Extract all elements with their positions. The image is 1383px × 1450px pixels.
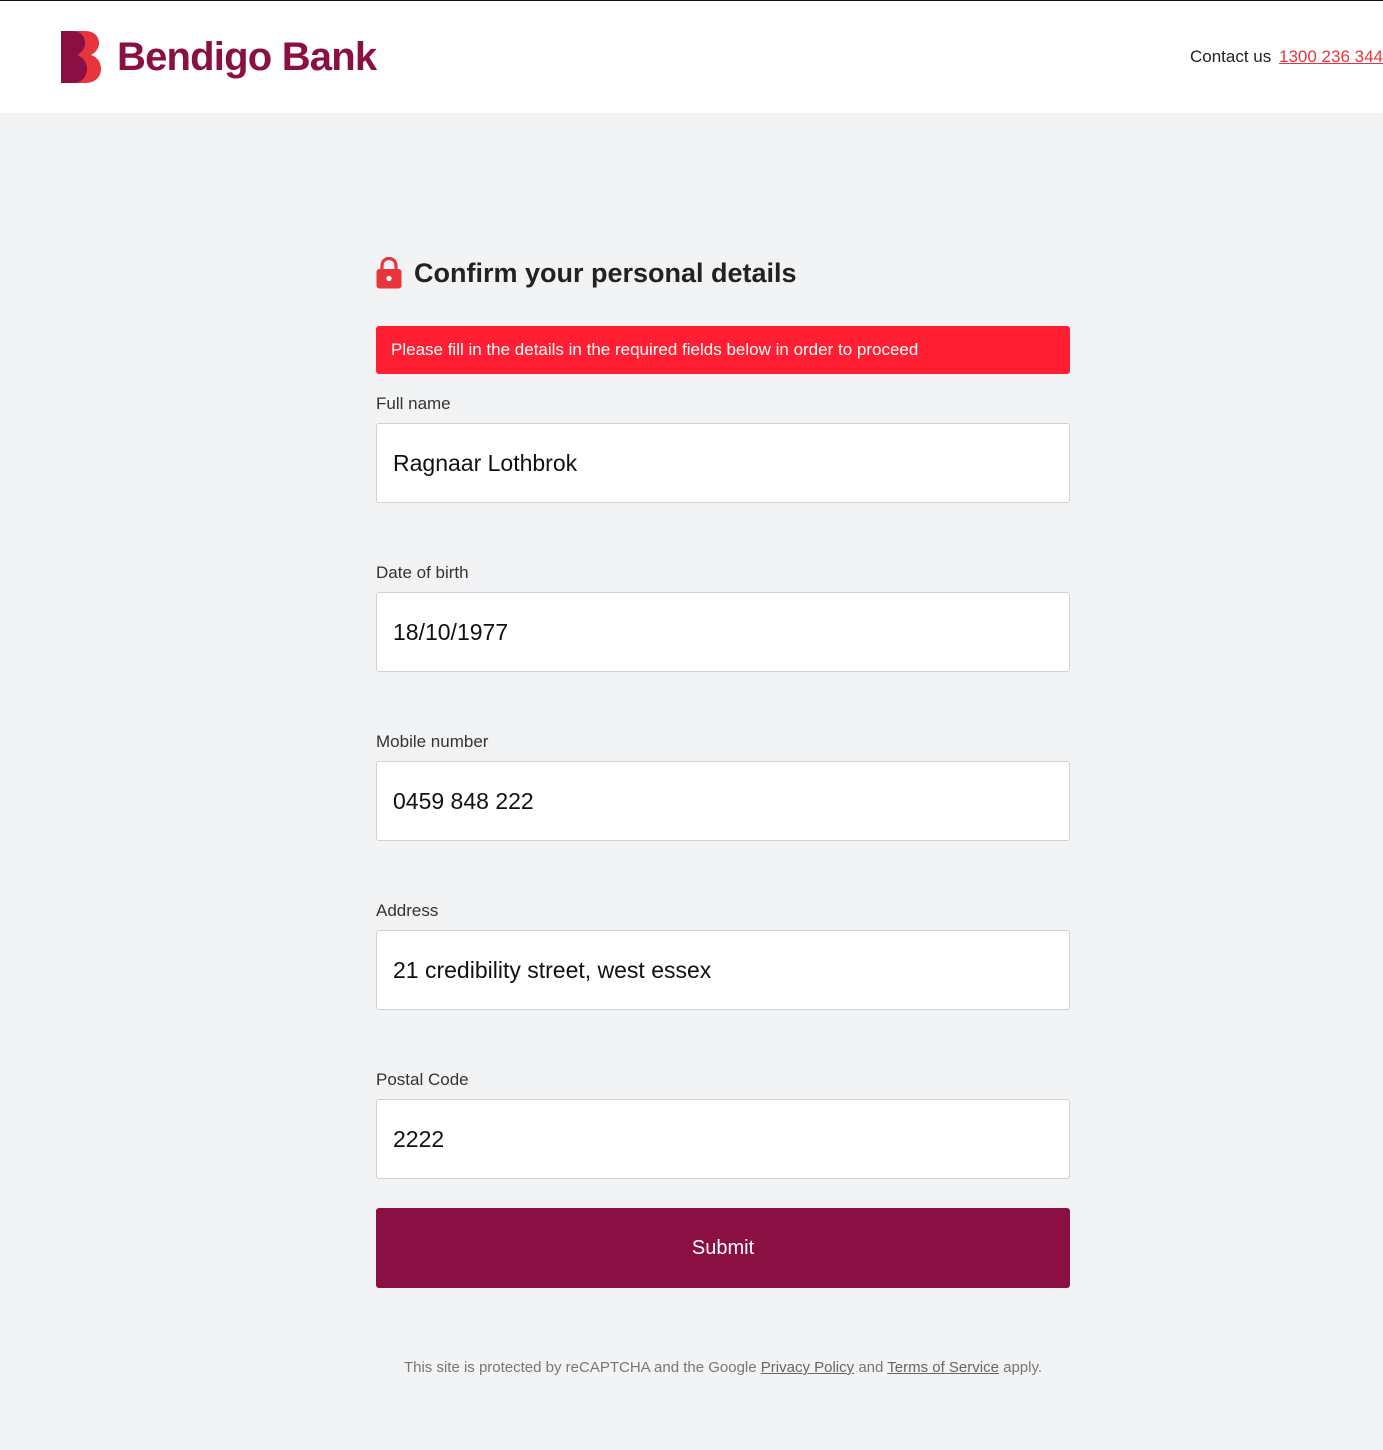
address-input[interactable] (376, 930, 1070, 1010)
mobile-number-group: Mobile number (376, 731, 1070, 841)
submit-button[interactable]: Submit (376, 1208, 1070, 1288)
bendigo-b-logo-icon (61, 31, 101, 83)
recaptcha-prefix: This site is protected by reCAPTCHA and … (403, 1359, 757, 1376)
contact-label: Contact us (1190, 47, 1272, 66)
personal-details-form: Confirm your personal details Please fil… (376, 253, 1070, 1376)
postal-code-input[interactable] (376, 1099, 1070, 1179)
recaptcha-notice: This site is protected by reCAPTCHA and … (376, 1359, 1070, 1376)
mobile-number-input[interactable] (376, 761, 1070, 841)
site-header: Bendigo Bank Contact us 1300 236 344 (0, 0, 1383, 113)
privacy-policy-link[interactable]: Privacy Policy (761, 1359, 854, 1376)
mobile-number-label: Mobile number (376, 732, 489, 751)
contact-phone-link[interactable]: 1300 236 344 (1279, 47, 1383, 66)
form-header: Confirm your personal details (376, 253, 1070, 293)
terms-of-service-link[interactable]: Terms of Service (887, 1359, 999, 1376)
address-group: Address (376, 900, 1070, 1010)
brand-name: Bendigo Bank (117, 35, 377, 79)
date-of-birth-label: Date of birth (376, 563, 469, 582)
error-alert: Please fill in the details in the requir… (376, 326, 1070, 374)
date-of-birth-group: Date of birth (376, 562, 1070, 672)
address-label: Address (376, 901, 439, 920)
recaptcha-and: and (858, 1359, 884, 1376)
date-of-birth-input[interactable] (376, 592, 1070, 672)
recaptcha-suffix: apply. (1003, 1359, 1043, 1376)
brand-logo[interactable]: Bendigo Bank (61, 31, 377, 83)
full-name-group: Full name (376, 393, 1070, 503)
postal-code-group: Postal Code (376, 1069, 1070, 1179)
full-name-label: Full name (376, 394, 451, 413)
lock-icon (376, 257, 402, 289)
postal-code-label: Postal Code (376, 1070, 469, 1089)
full-name-input[interactable] (376, 423, 1070, 503)
page-title: Confirm your personal details (414, 257, 797, 288)
contact-info: Contact us 1300 236 344 (1190, 47, 1383, 67)
